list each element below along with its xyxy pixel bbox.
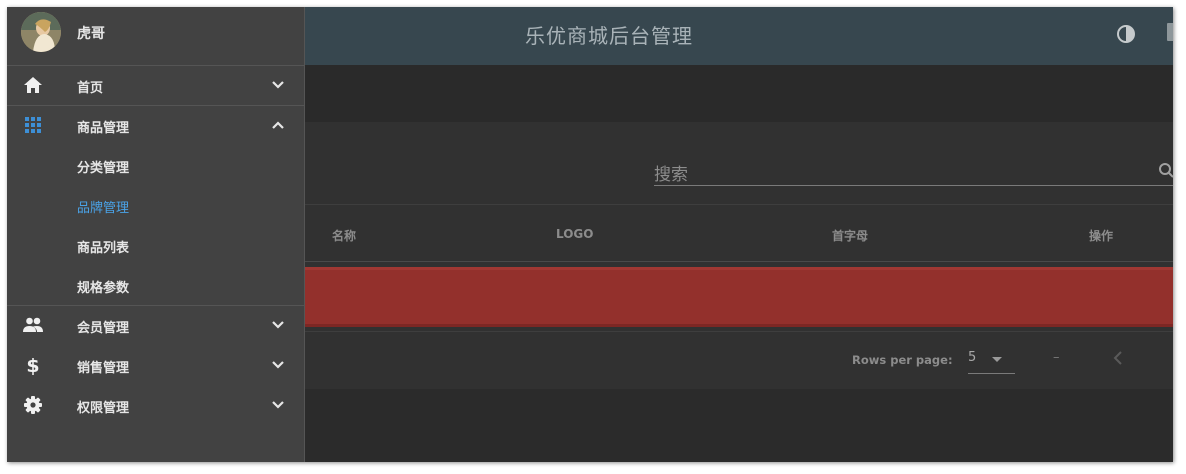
chevron-left-icon[interactable] <box>1112 351 1124 365</box>
rows-per-page-underline <box>968 373 1015 374</box>
avatar <box>21 12 61 52</box>
rows-per-page-label: Rows per page: <box>852 353 953 367</box>
column-header-logo[interactable]: LOGO <box>556 227 593 241</box>
nav-item-permissions[interactable]: 权限管理 <box>7 385 305 425</box>
nav-subitem-label: 商品列表 <box>77 241 130 256</box>
nav-item-label: 首页 <box>77 81 104 96</box>
user-profile[interactable]: 虎哥 <box>7 7 305 65</box>
nav-item-label: 权限管理 <box>77 401 130 416</box>
column-header-actions: 操作 <box>1089 229 1114 243</box>
chevron-up-icon <box>272 121 284 129</box>
apps-grid-icon <box>25 117 41 133</box>
nav-subitem-label: 品牌管理 <box>77 201 130 216</box>
brand-table-card: 搜索 名称 LOGO 首字母 操作 Rows per page: 5 – <box>305 122 1173 389</box>
chevron-down-icon <box>272 401 284 409</box>
nav-item-home[interactable]: 首页 <box>7 65 305 105</box>
divider <box>305 204 1173 205</box>
main-content: 搜索 名称 LOGO 首字母 操作 Rows per page: 5 – <box>305 65 1173 462</box>
nav-item-goods[interactable]: 商品管理 <box>7 105 305 145</box>
chevron-down-icon <box>272 321 284 329</box>
header-divider <box>305 261 1173 262</box>
nav-item-members[interactable]: 会员管理 <box>7 305 305 345</box>
chevron-down-icon <box>272 361 284 369</box>
nav-subitem-goods-list[interactable]: 商品列表 <box>7 225 305 265</box>
content-header-strip <box>305 65 1173 122</box>
nav-item-label: 会员管理 <box>77 321 130 336</box>
nav-item-sales[interactable]: $ 销售管理 <box>7 345 305 385</box>
error-row <box>305 267 1173 327</box>
more-icon[interactable] <box>1167 23 1173 41</box>
app-window: 乐优商城后台管理 搜索 名称 LOGO 首字母 操作 Rows per page… <box>7 7 1173 462</box>
dollar-icon: $ <box>26 355 39 375</box>
navigation-drawer: 虎哥 首页 商品管理 分类管理 品牌管理 商品列表 规格参数 会员管理 $ 销售… <box>7 7 305 462</box>
column-header-initial[interactable]: 首字母 <box>832 227 868 244</box>
nav-subitem-brand[interactable]: 品牌管理 <box>7 185 305 225</box>
nav-subitem-label: 规格参数 <box>77 281 130 296</box>
search-underline <box>654 185 1173 186</box>
app-title: 乐优商城后台管理 <box>525 24 693 48</box>
home-icon <box>24 77 42 93</box>
search-icon[interactable] <box>1158 162 1173 178</box>
chevron-down-icon <box>272 81 284 89</box>
pagination-range: – <box>1053 350 1060 365</box>
svg-text:$: $ <box>26 355 39 375</box>
divider <box>305 331 1173 332</box>
invert-colors-icon[interactable] <box>1116 24 1136 44</box>
people-icon <box>23 317 43 332</box>
rows-per-page-select[interactable]: 5 <box>968 350 976 365</box>
dropdown-arrow-icon[interactable] <box>992 357 1002 362</box>
nav-subitem-spec-params[interactable]: 规格参数 <box>7 265 305 305</box>
gear-icon <box>24 396 42 414</box>
search-input[interactable]: 搜索 <box>654 160 688 185</box>
nav-subitem-label: 分类管理 <box>77 161 130 176</box>
nav-subitem-category[interactable]: 分类管理 <box>7 145 305 185</box>
column-header-name[interactable]: 名称 <box>332 227 356 244</box>
nav-item-label: 销售管理 <box>77 361 130 376</box>
nav-item-label: 商品管理 <box>77 121 130 136</box>
user-name: 虎哥 <box>77 26 105 42</box>
